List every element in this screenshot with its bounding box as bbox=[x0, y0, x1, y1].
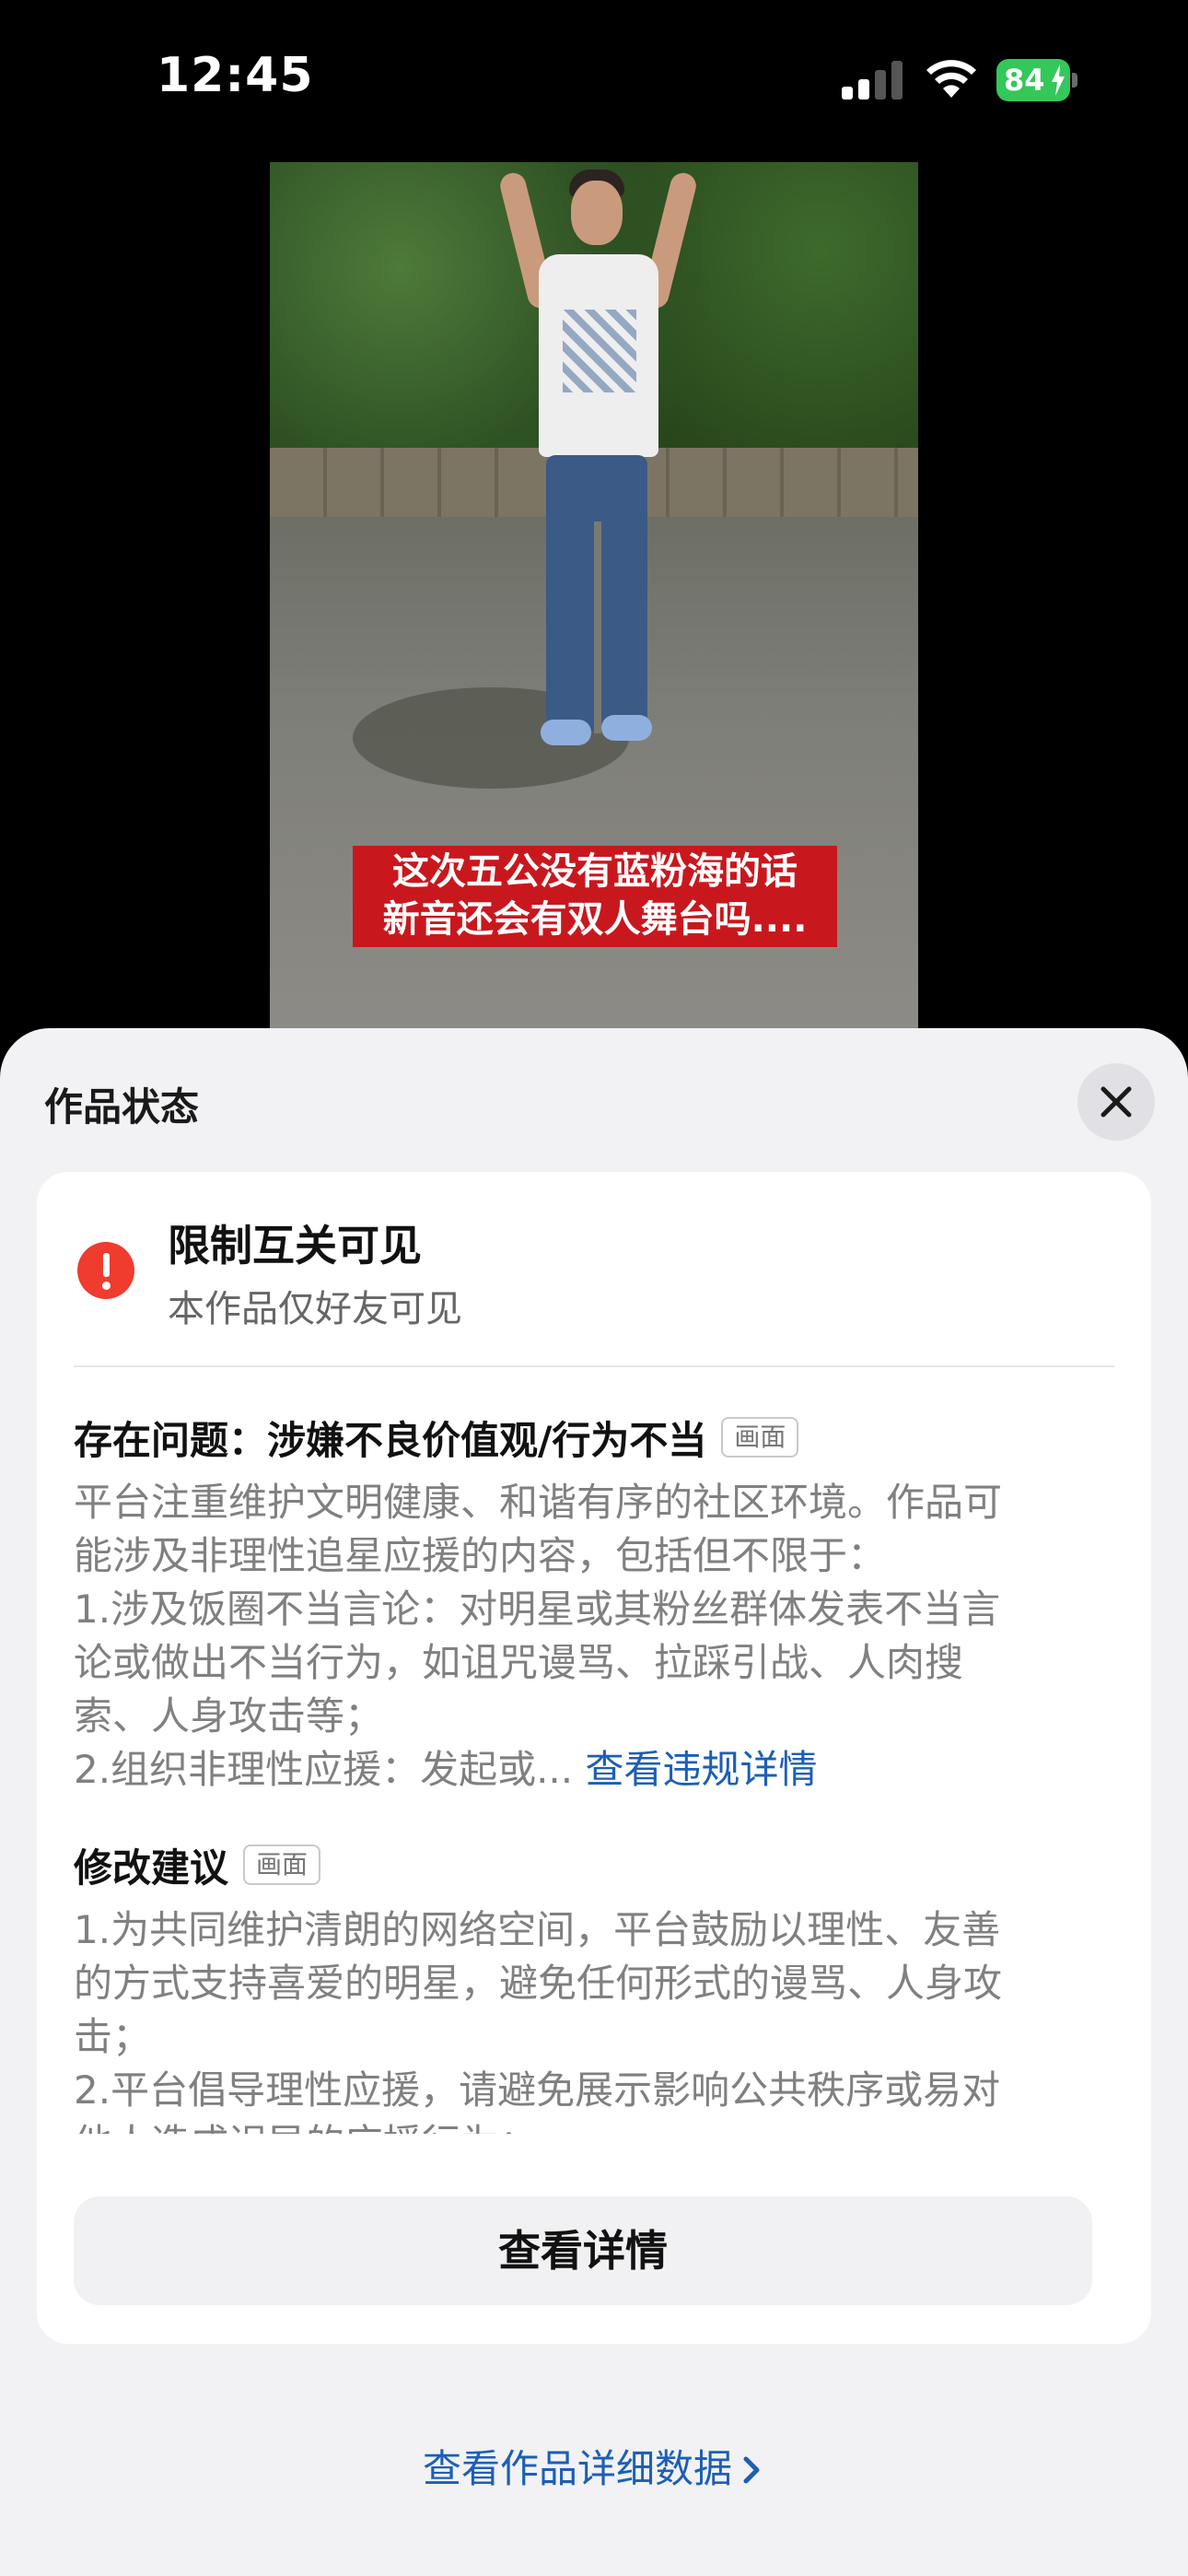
status-time: 12:45 bbox=[157, 48, 314, 103]
work-status-sheet: 作品状态 限制互关可见 本作品仅好友可见 存在问题：涉嫌不良价值观/行为不当 画… bbox=[0, 1028, 1188, 2576]
suggestion-header: 修改建议 画面 bbox=[74, 1835, 321, 1894]
status-title: 限制互关可见 bbox=[168, 1221, 422, 1270]
view-details-button[interactable]: 查看详情 bbox=[74, 2196, 1092, 2305]
caption-line-2: 新音还会有双人舞台吗.... bbox=[382, 898, 808, 941]
video-caption: 这次五公没有蓝粉海的话 新音还会有双人舞台吗.... bbox=[353, 846, 837, 947]
issue-line: 论或做出不当行为，如诅咒谩骂、拉踩引战、人肉搜 bbox=[74, 1640, 964, 1685]
issue-line: 索、人身攻击等； bbox=[74, 1693, 384, 1739]
warning-icon bbox=[77, 1242, 134, 1299]
suggestion-label: 修改建议 bbox=[74, 1844, 229, 1891]
suggestion-line: 2.平台倡导理性应援，请避免展示影响公共秩序或易对 bbox=[74, 2067, 1001, 2113]
chevron-right-icon bbox=[743, 2456, 760, 2484]
status-bar: 12:45 84 bbox=[0, 0, 1188, 157]
sheet-title: 作品状态 bbox=[44, 1084, 200, 1130]
close-icon bbox=[1101, 1086, 1132, 1118]
suggestion-line: 他人造成误导的应援行为； bbox=[74, 2117, 1114, 2134]
caption-line-1: 这次五公没有蓝粉海的话 bbox=[392, 850, 798, 893]
suggestion-description[interactable]: 1.为共同维护清朗的网络空间，平台鼓励以理性、友善 的方式支持喜爱的明星，避免任… bbox=[74, 1903, 1114, 2134]
wifi-icon bbox=[925, 57, 978, 100]
view-work-data-link[interactable]: 查看作品详细数据 bbox=[0, 2438, 1188, 2494]
issue-header: 存在问题：涉嫌不良价值观/行为不当 画面 bbox=[74, 1408, 799, 1467]
charging-bolt-icon bbox=[1052, 64, 1065, 96]
suggestion-line: 1.为共同维护清朗的网络空间，平台鼓励以理性、友善 bbox=[74, 1907, 1001, 1952]
issue-line: 平台注重维护文明健康、和谐有序的社区环境。作品可 bbox=[74, 1480, 1003, 1525]
issue-line-last: 2.组织非理性应援：发起或... 查看违规详情 bbox=[74, 1747, 818, 1792]
issue-description: 平台注重维护文明健康、和谐有序的社区环境。作品可 能涉及非理性追星应援的内容，包… bbox=[74, 1476, 1114, 1797]
view-violation-details-link[interactable]: 查看违规详情 bbox=[585, 1747, 817, 1792]
battery-icon: 84 bbox=[996, 59, 1077, 101]
status-subtitle: 本作品仅好友可见 bbox=[168, 1288, 462, 1330]
cellular-signal-icon bbox=[842, 61, 903, 100]
status-card: 限制互关可见 本作品仅好友可见 存在问题：涉嫌不良价值观/行为不当 画面 平台注… bbox=[37, 1172, 1151, 2344]
issue-label: 存在问题：涉嫌不良价值观/行为不当 bbox=[74, 1417, 707, 1463]
issue-tag: 画面 bbox=[721, 1417, 799, 1458]
suggestion-line: 的方式支持喜爱的明星，避免任何形式的谩骂、人身攻 bbox=[74, 1961, 1003, 2006]
issue-line: 1.涉及饭圈不当言论：对明星或其粉丝群体发表不当言 bbox=[74, 1587, 1001, 1632]
suggestion-tag: 画面 bbox=[243, 1844, 321, 1885]
issue-line: 能涉及非理性追星应援的内容，包括但不限于： bbox=[74, 1533, 887, 1578]
divider bbox=[74, 1365, 1114, 1367]
close-button[interactable] bbox=[1077, 1063, 1155, 1141]
data-link-label: 查看作品详细数据 bbox=[422, 2446, 732, 2491]
suggestion-line: 击； bbox=[74, 2014, 152, 2059]
